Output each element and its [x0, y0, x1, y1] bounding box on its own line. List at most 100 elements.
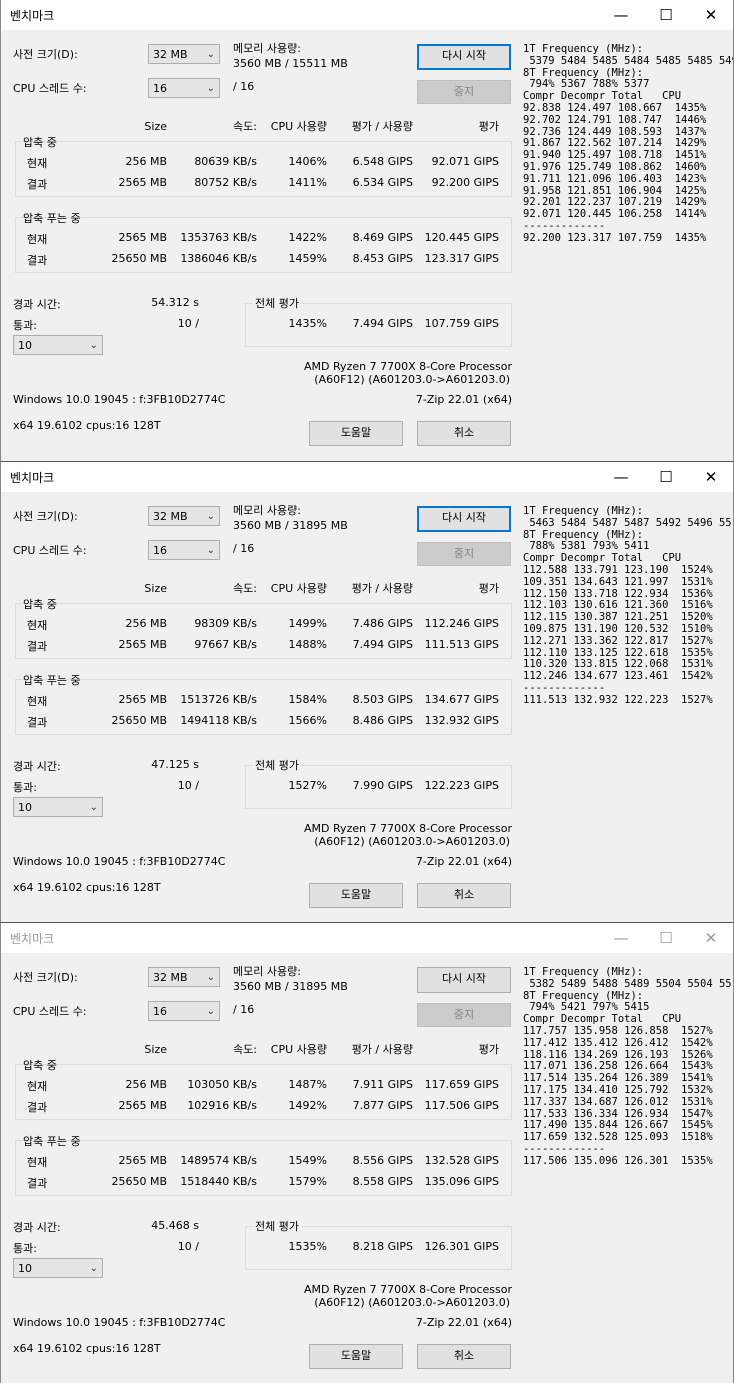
cpu-usage-value: 1488%: [288, 638, 327, 651]
arch-info: x64 19.6102 cpus:16 128T: [13, 1342, 161, 1355]
cpu-usage-value: 1411%: [288, 176, 327, 189]
results-log: 1T Frequency (MHz): 5379 5484 5485 5484 …: [523, 43, 733, 244]
elapsed-time-label: 경과 시간:: [13, 1221, 61, 1234]
restart-button[interactable]: 다시 시작: [417, 967, 511, 993]
col-rating-usage-header: 평가 / 사용량: [351, 1043, 413, 1056]
os-info: Windows 10.0 19045 : f:3FB10D2774C: [13, 855, 226, 868]
decompression-label: 압축 푸는 중: [23, 1135, 81, 1148]
close-icon[interactable]: ✕: [696, 466, 726, 488]
size-value: 2565 MB: [118, 638, 167, 651]
memory-usage-value: 3560 MB / 31895 MB: [233, 519, 348, 532]
cancel-button[interactable]: 취소: [417, 421, 511, 446]
speed-value: 103050 KB/s: [187, 1078, 257, 1091]
maximize-icon[interactable]: ☐: [651, 466, 681, 488]
minimize-icon[interactable]: —: [606, 927, 636, 949]
maximize-icon[interactable]: ☐: [651, 4, 681, 26]
rating-usage-value: 8.558 GIPS: [352, 1175, 413, 1188]
total-rating-usage: 7.990 GIPS: [352, 779, 413, 792]
speed-value: 80752 KB/s: [194, 176, 257, 189]
cancel-button[interactable]: 취소: [417, 883, 511, 908]
dictionary-size-select[interactable]: 32 MB ⌄: [148, 967, 220, 987]
help-button[interactable]: 도움말: [309, 421, 403, 446]
cpu-usage-value: 1459%: [288, 252, 327, 265]
size-value: 25650 MB: [111, 252, 167, 265]
cpu-threads-select[interactable]: 16 ⌄: [148, 78, 220, 98]
speed-value: 1489574 KB/s: [180, 1154, 257, 1167]
passes-select[interactable]: 10 ⌄: [13, 335, 103, 355]
total-rating-usage: 8.218 GIPS: [352, 1240, 413, 1253]
col-speed-header: 속도:: [233, 120, 257, 133]
os-info: Windows 10.0 19045 : f:3FB10D2774C: [13, 1316, 226, 1329]
help-button[interactable]: 도움말: [309, 1344, 403, 1369]
compression-label: 압축 중: [23, 1059, 57, 1072]
memory-usage-label: 메모리 사용량:: [233, 42, 301, 55]
restart-button[interactable]: 다시 시작: [417, 44, 511, 70]
window-title: 벤치마크: [10, 932, 55, 946]
memory-usage-value: 3560 MB / 31895 MB: [233, 980, 348, 993]
cpu-usage-value: 1487%: [288, 1078, 327, 1091]
cpu-threads-total: / 16: [233, 1003, 255, 1016]
row-label: 결과: [27, 178, 48, 191]
total-cpu: 1535%: [288, 1240, 327, 1253]
row-label: 현재: [27, 695, 48, 708]
speed-value: 1386046 KB/s: [180, 252, 257, 265]
rating-value: 111.513 GIPS: [424, 638, 499, 651]
chevron-down-icon: ⌄: [206, 83, 215, 94]
col-rating-header: 평가: [478, 1043, 499, 1056]
passes-value: 10 /: [177, 779, 199, 792]
maximize-icon[interactable]: ☐: [651, 927, 681, 949]
minimize-icon[interactable]: —: [606, 4, 636, 26]
total-rating-label: 전체 평가: [253, 757, 301, 773]
stop-button[interactable]: 중지: [417, 80, 511, 104]
decompression-label: 압축 푸는 중: [23, 674, 81, 687]
dictionary-size-value: 32 MB: [153, 971, 188, 984]
speed-value: 97667 KB/s: [194, 638, 257, 651]
elapsed-time-value: 47.125 s: [151, 758, 199, 771]
cpu-id: (A60F12) (A601203.0->A601203.0): [314, 373, 510, 386]
col-size-header: Size: [144, 120, 167, 133]
size-value: 25650 MB: [111, 1175, 167, 1188]
rating-usage-value: 7.486 GIPS: [352, 617, 413, 630]
speed-value: 80639 KB/s: [194, 155, 257, 168]
cpu-threads-select[interactable]: 16 ⌄: [148, 540, 220, 560]
dictionary-size-value: 32 MB: [153, 510, 188, 523]
close-icon[interactable]: ✕: [696, 4, 726, 26]
rating-usage-value: 7.911 GIPS: [352, 1078, 413, 1091]
cpu-usage-value: 1499%: [288, 617, 327, 630]
rating-usage-value: 6.534 GIPS: [352, 176, 413, 189]
cpu-threads-select[interactable]: 16 ⌄: [148, 1001, 220, 1021]
restart-button[interactable]: 다시 시작: [417, 506, 511, 532]
passes-select-value: 10: [18, 801, 32, 814]
speed-value: 1518440 KB/s: [180, 1175, 257, 1188]
row-label: 현재: [27, 619, 48, 632]
dictionary-size-label: 사전 크기(D):: [13, 510, 78, 523]
dictionary-size-select[interactable]: 32 MB ⌄: [148, 506, 220, 526]
dictionary-size-label: 사전 크기(D):: [13, 971, 78, 984]
benchmark-window-3: 벤치마크 — ☐ ✕ 사전 크기(D): 32 MB ⌄ CPU 스레드 수: …: [0, 922, 734, 1383]
rating-value: 117.506 GIPS: [424, 1099, 499, 1112]
total-rating: 122.223 GIPS: [424, 779, 499, 792]
window-title: 벤치마크: [10, 471, 55, 485]
cpu-usage-value: 1566%: [288, 714, 327, 727]
row-label: 결과: [27, 1177, 48, 1190]
cancel-button[interactable]: 취소: [417, 1344, 511, 1369]
chevron-down-icon: ⌄: [206, 511, 215, 522]
col-speed-header: 속도:: [233, 582, 257, 595]
cpu-usage-value: 1406%: [288, 155, 327, 168]
dictionary-size-select[interactable]: 32 MB ⌄: [148, 44, 220, 64]
stop-button[interactable]: 중지: [417, 1003, 511, 1027]
rating-usage-value: 8.469 GIPS: [352, 231, 413, 244]
elapsed-time-label: 경과 시간:: [13, 760, 61, 773]
stop-button[interactable]: 중지: [417, 542, 511, 566]
rating-value: 112.246 GIPS: [424, 617, 499, 630]
rating-value: 92.200 GIPS: [431, 176, 499, 189]
help-button[interactable]: 도움말: [309, 883, 403, 908]
minimize-icon[interactable]: —: [606, 466, 636, 488]
passes-label: 통과:: [13, 319, 37, 332]
benchmark-window-1: 벤치마크 — ☐ ✕ 사전 크기(D): 32 MB ⌄ CPU 스레드 수: …: [0, 0, 734, 461]
close-icon[interactable]: ✕: [696, 927, 726, 949]
arch-info: x64 19.6102 cpus:16 128T: [13, 881, 161, 894]
passes-select[interactable]: 10 ⌄: [13, 1258, 103, 1278]
chevron-down-icon: ⌄: [89, 1263, 98, 1274]
passes-select[interactable]: 10 ⌄: [13, 797, 103, 817]
